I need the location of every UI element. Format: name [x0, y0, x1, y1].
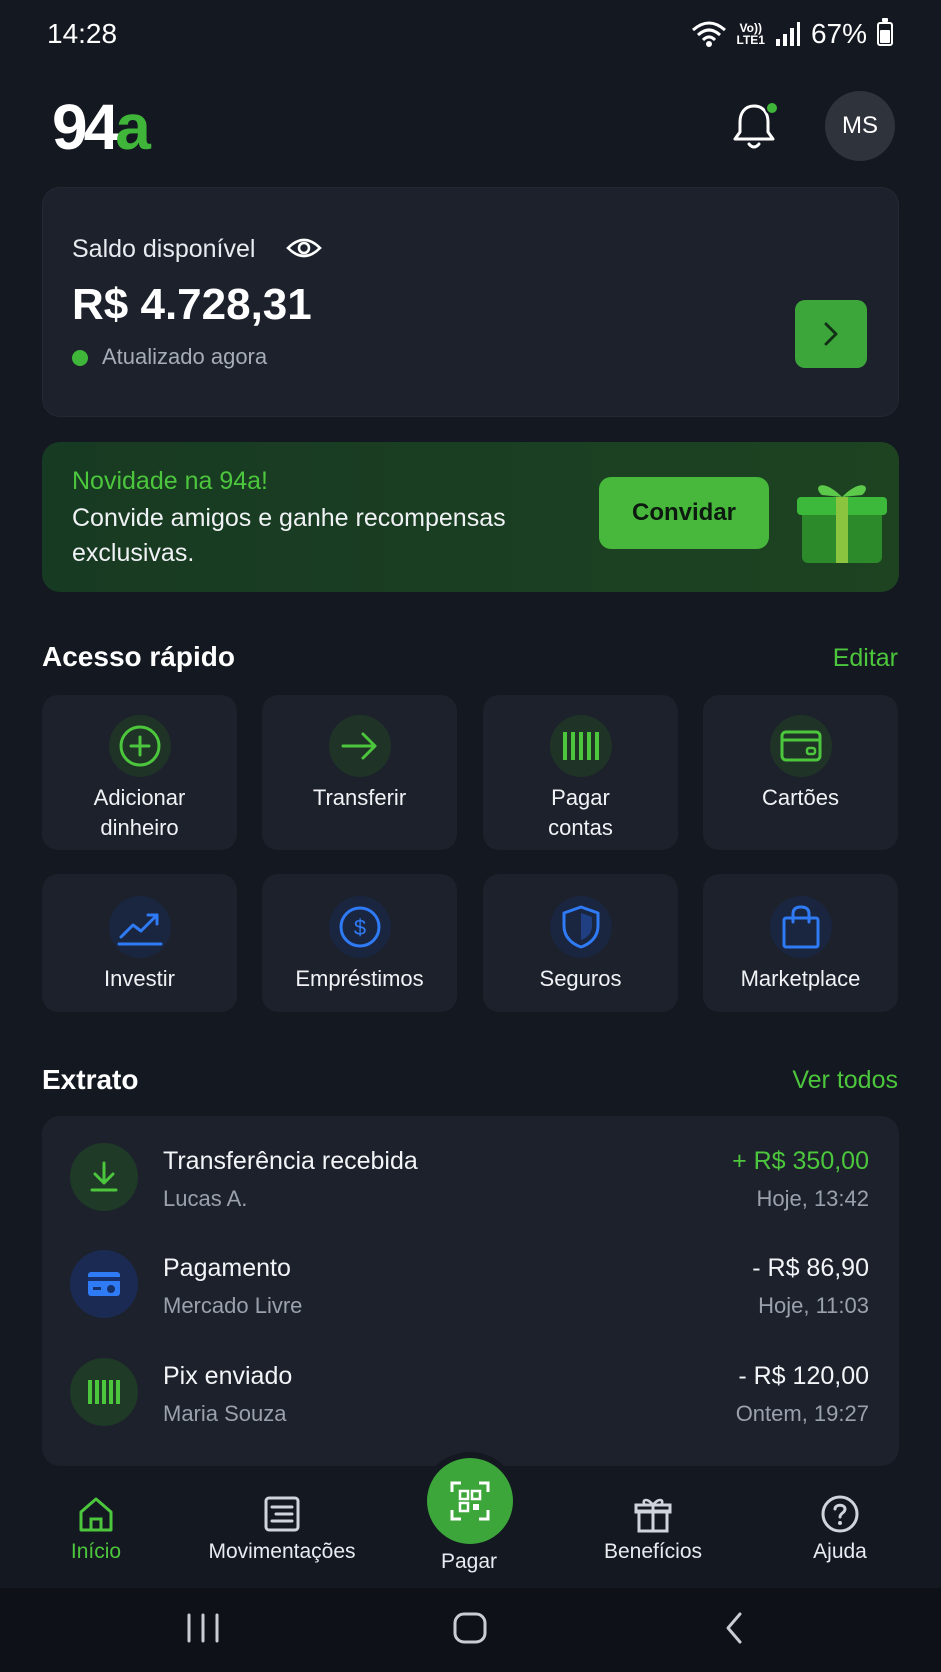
- barcode-icon: [562, 732, 599, 760]
- edit-link[interactable]: Editar: [833, 644, 898, 673]
- recent-apps-icon[interactable]: [185, 1612, 221, 1644]
- tile-label: Cartões: [761, 785, 840, 810]
- tile-loans[interactable]: $ Empréstimos: [262, 874, 457, 1012]
- transaction-row[interactable]: Transferência recebida Lucas A. + R$ 350…: [42, 1125, 899, 1229]
- balance-details-button[interactable]: [795, 300, 867, 368]
- see-all-link[interactable]: Ver todos: [792, 1066, 898, 1095]
- download-icon: [90, 1161, 118, 1192]
- balance-value: R$ 4.728,31: [72, 280, 312, 329]
- nav-label: Ajuda: [813, 1540, 867, 1563]
- chevron-right-icon: [824, 322, 838, 346]
- status-icons: Vo)) LTE1 67%: [691, 18, 893, 50]
- network-type: Vo)) LTE1: [736, 21, 765, 47]
- signal-icon: [775, 22, 800, 46]
- statement-title: Extrato: [42, 1064, 139, 1095]
- battery-percent: 67%: [810, 18, 867, 49]
- help-icon: [821, 1495, 859, 1533]
- transaction-amount: - R$ 86,90: [752, 1254, 869, 1282]
- eye-icon[interactable]: [286, 234, 322, 262]
- transaction-time: Ontem, 19:27: [735, 1401, 869, 1426]
- trend-up-icon: [117, 913, 162, 946]
- nav-transactions[interactable]: Movimentações: [192, 1494, 372, 1564]
- tile-label: Investir: [104, 966, 175, 991]
- nav-home[interactable]: Início: [46, 1494, 146, 1564]
- nav-label: Movimentações: [208, 1540, 356, 1563]
- battery-icon: [877, 18, 893, 46]
- tile-insurance[interactable]: Seguros: [483, 874, 678, 1012]
- tile-label: Seguros: [539, 966, 622, 991]
- gift-illustration-icon: [797, 485, 887, 563]
- status-time: 14:28: [47, 18, 118, 49]
- tile-label: Marketplace: [740, 966, 861, 991]
- invite-button[interactable]: Convidar: [599, 477, 769, 549]
- balance-label: Saldo disponível: [72, 235, 256, 263]
- tile-add-money[interactable]: Adicionar dinheiro: [42, 695, 237, 850]
- wallet-icon: [88, 1272, 120, 1296]
- home-button-icon[interactable]: [452, 1611, 488, 1645]
- avatar[interactable]: MS: [825, 91, 895, 161]
- tile-transfer[interactable]: Transferir: [262, 695, 457, 850]
- promo-title: Novidade na 94a!: [72, 467, 268, 495]
- transaction-subtitle: Maria Souza: [163, 1401, 287, 1426]
- tile-label: Adicionar dinheiro: [93, 785, 186, 840]
- wifi-icon: [691, 21, 726, 47]
- transaction-time: Hoje, 11:03: [758, 1293, 869, 1318]
- balance-status: Atualizado agora: [102, 344, 268, 369]
- nav-label: Início: [70, 1540, 122, 1563]
- tile-label: Pagar contas: [548, 785, 613, 840]
- tile-pay-bills[interactable]: Pagar contas: [483, 695, 678, 850]
- shopping-bag-icon: [782, 905, 819, 949]
- transaction-amount: + R$ 350,00: [732, 1147, 869, 1175]
- list-icon: [264, 1496, 300, 1532]
- nav-label: Benefícios: [603, 1540, 703, 1563]
- pay-button[interactable]: [427, 1458, 513, 1544]
- notification-dot: [765, 101, 779, 115]
- barcode-icon: [88, 1380, 120, 1404]
- transaction-subtitle: Lucas A.: [163, 1186, 248, 1211]
- transaction-row[interactable]: Pagamento Mercado Livre - R$ 86,90 Hoje,…: [42, 1232, 899, 1336]
- card-icon: [780, 730, 821, 762]
- transaction-title: Pix enviado: [163, 1362, 293, 1390]
- tile-cards[interactable]: Cartões: [703, 695, 898, 850]
- nav-benefits[interactable]: Benefícios: [588, 1494, 718, 1564]
- qr-code-icon: [450, 1481, 490, 1521]
- system-nav-bar: [0, 1588, 941, 1672]
- shield-icon: [562, 905, 599, 949]
- transaction-time: Hoje, 13:42: [756, 1186, 869, 1211]
- app-logo: 94a: [52, 91, 151, 163]
- dollar-circle-icon: $: [339, 906, 380, 948]
- tile-invest[interactable]: Investir: [42, 874, 237, 1012]
- tile-label: Transferir: [312, 785, 407, 810]
- transaction-subtitle: Mercado Livre: [163, 1293, 303, 1318]
- back-icon[interactable]: [722, 1610, 746, 1646]
- tile-marketplace[interactable]: Marketplace: [703, 874, 898, 1012]
- nav-help[interactable]: Ajuda: [790, 1494, 890, 1564]
- promo-text: Convide amigos e ganhe recompensas exclu…: [72, 504, 506, 567]
- transaction-amount: - R$ 120,00: [738, 1362, 869, 1390]
- transaction-title: Pagamento: [163, 1254, 291, 1282]
- tile-label: Empréstimos: [295, 966, 424, 991]
- nav-pay-label[interactable]: Pagar: [419, 1550, 519, 1574]
- home-icon: [79, 1497, 113, 1532]
- gift-icon: [634, 1498, 672, 1533]
- svg-text:$: $: [353, 915, 365, 940]
- status-dot: [72, 350, 88, 366]
- quick-access-title: Acesso rápido: [42, 641, 235, 672]
- plus-circle-icon: [119, 725, 160, 767]
- arrow-right-icon: [341, 732, 376, 760]
- transaction-row[interactable]: Pix enviado Maria Souza - R$ 120,00 Onte…: [42, 1340, 899, 1444]
- transaction-title: Transferência recebida: [163, 1147, 418, 1175]
